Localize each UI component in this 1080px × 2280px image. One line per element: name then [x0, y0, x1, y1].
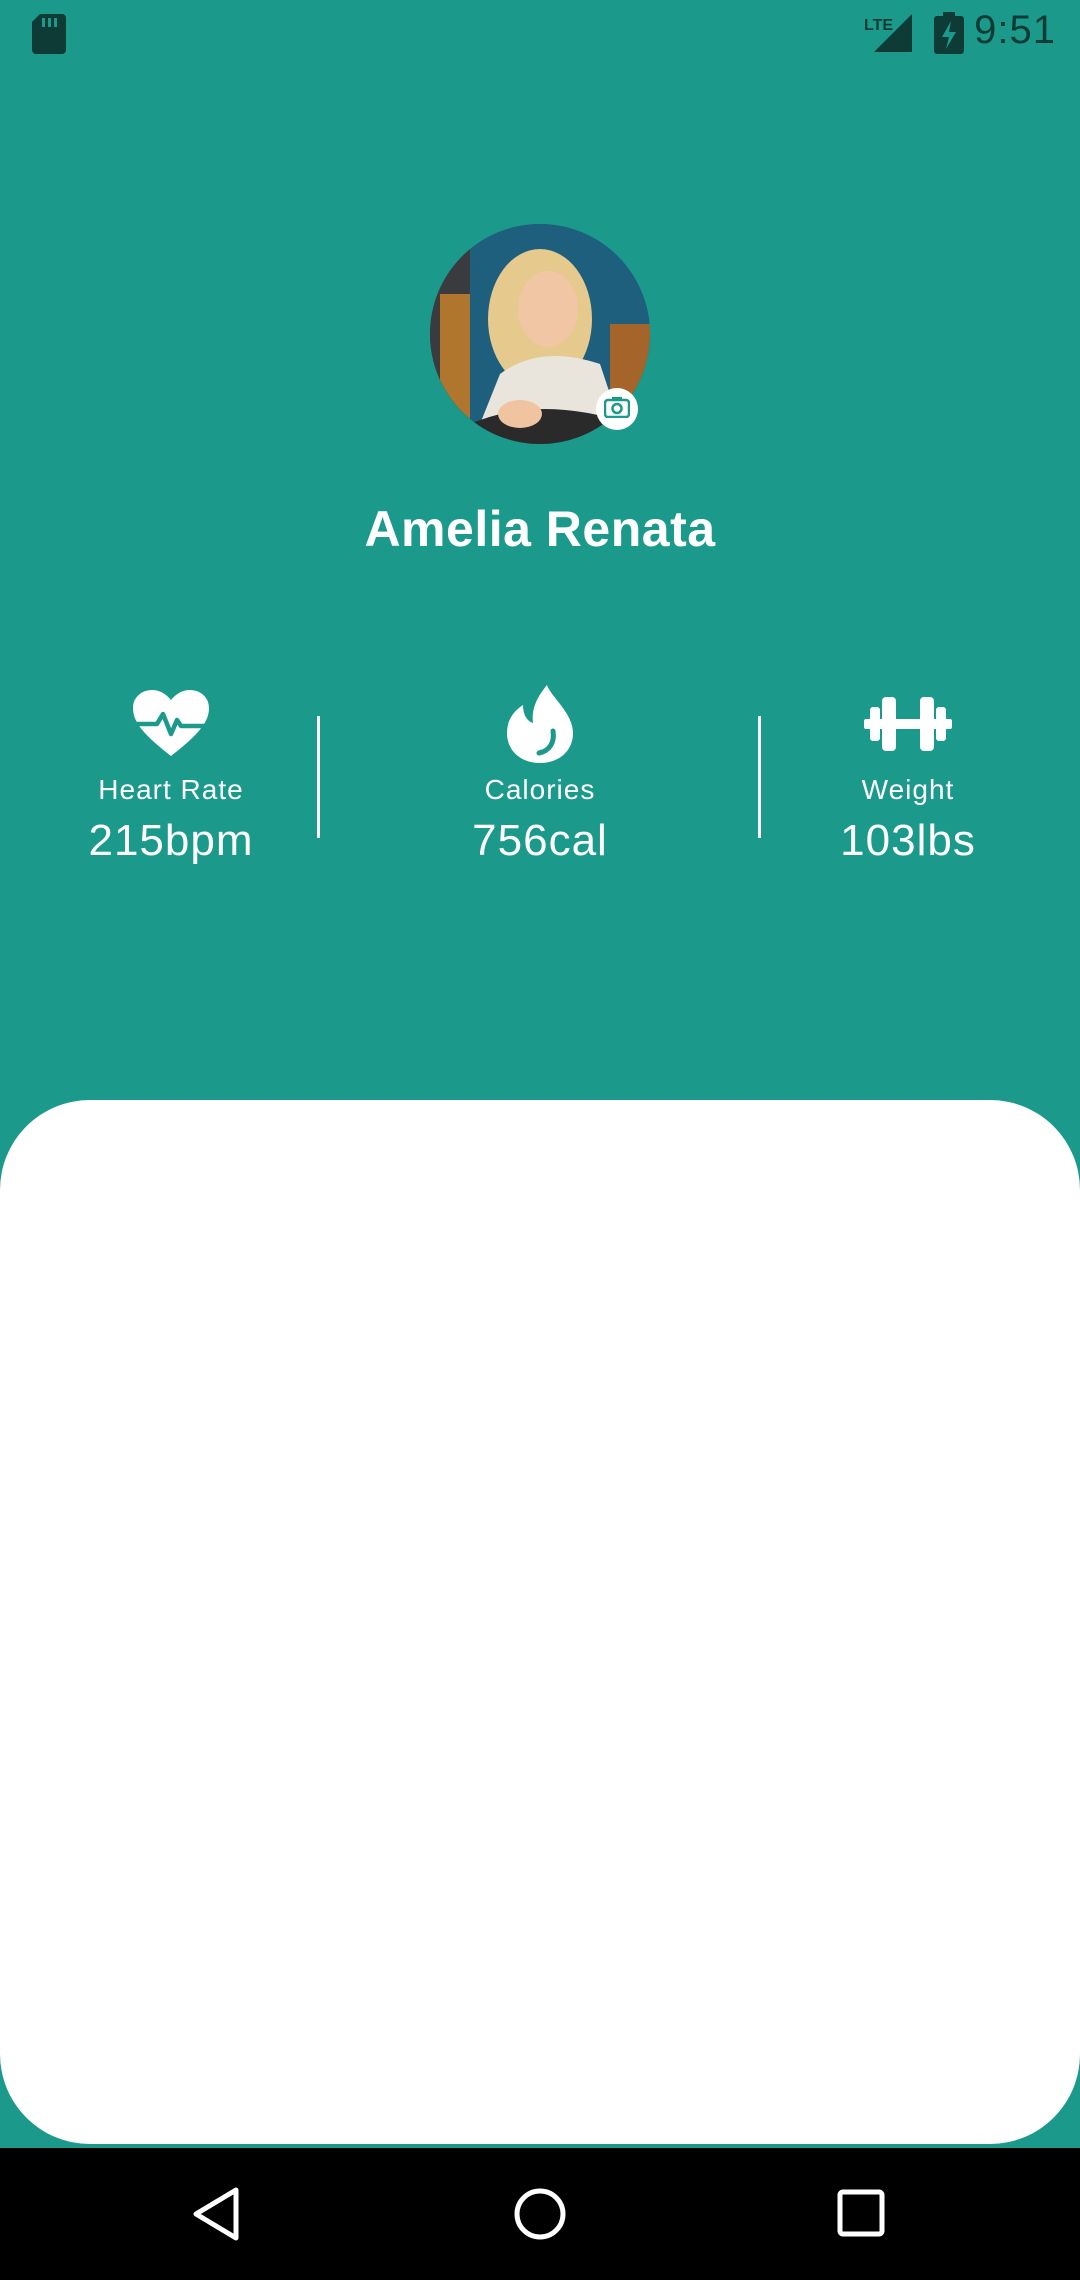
battery-charging-icon	[934, 12, 964, 59]
stat-value: 215bpm	[88, 816, 254, 865]
profile-screen: LTE 9:51 Amelia Renata Heart Rate 215bpm…	[0, 0, 1080, 2280]
divider	[317, 716, 320, 838]
stat-value: 756cal	[472, 816, 608, 865]
lte-signal-icon: LTE	[864, 12, 914, 59]
stat-label: Heart Rate	[98, 774, 244, 805]
dumbbell-icon	[748, 686, 1068, 762]
heart-rate-icon	[11, 686, 331, 762]
sd-card-icon	[32, 14, 66, 59]
stat-label: Weight	[861, 774, 955, 805]
profile-name: Amelia Renata	[364, 501, 716, 557]
camera-icon	[603, 396, 631, 423]
system-nav-bar	[0, 2148, 1080, 2280]
stat-value: 103lbs	[840, 816, 976, 865]
change-photo-button[interactable]	[596, 388, 638, 430]
status-bar: LTE 9:51	[0, 0, 1080, 68]
recents-icon[interactable]	[834, 2184, 890, 2249]
svg-text:LTE: LTE	[864, 17, 893, 34]
stat-heart-rate: Heart Rate 215bpm	[11, 686, 331, 866]
content-card	[0, 1100, 1080, 2144]
stat-weight: Weight 103lbs	[748, 686, 1068, 866]
back-icon[interactable]	[190, 2184, 246, 2249]
stat-label: Calories	[484, 774, 596, 805]
flame-icon	[380, 685, 700, 763]
status-time: 9:51	[974, 8, 1056, 52]
home-icon[interactable]	[512, 2184, 568, 2249]
stat-calories: Calories 756cal	[380, 685, 700, 866]
